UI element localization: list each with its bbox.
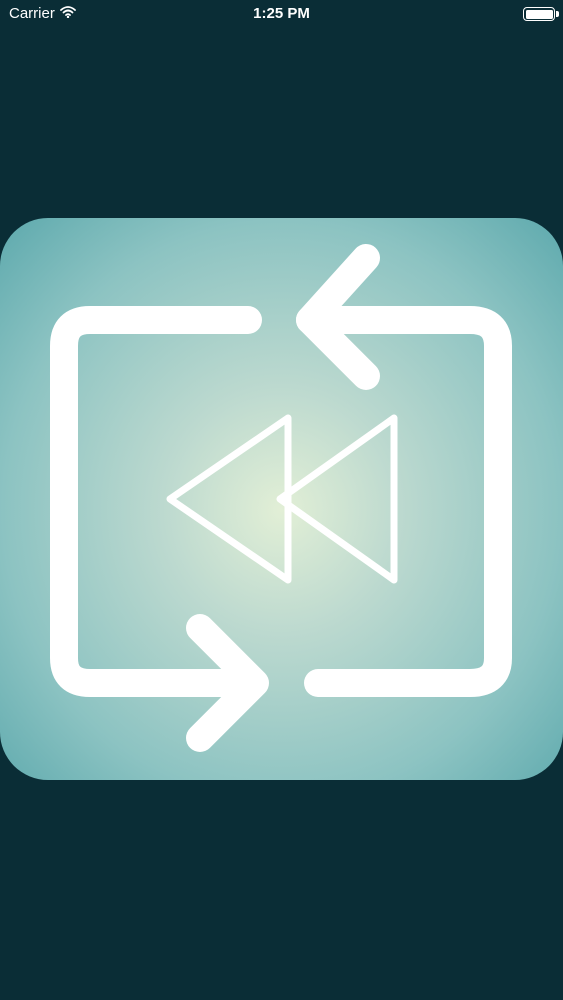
status-bar: Carrier 1:25 PM <box>0 0 563 30</box>
battery-level <box>525 9 553 19</box>
repeat-loop-lower-arm <box>50 306 264 697</box>
battery-icon <box>523 7 555 21</box>
rewind-triangle-right <box>276 414 398 584</box>
repeat-rewind-icon <box>50 244 512 752</box>
rewind-triangle-left <box>166 414 292 584</box>
repeat-loop-upper-arm <box>296 306 512 697</box>
status-time: 1:25 PM <box>253 5 310 22</box>
battery-tip <box>556 11 559 17</box>
launch-screen: Carrier 1:25 PM <box>0 0 563 1000</box>
app-logo <box>0 218 563 780</box>
